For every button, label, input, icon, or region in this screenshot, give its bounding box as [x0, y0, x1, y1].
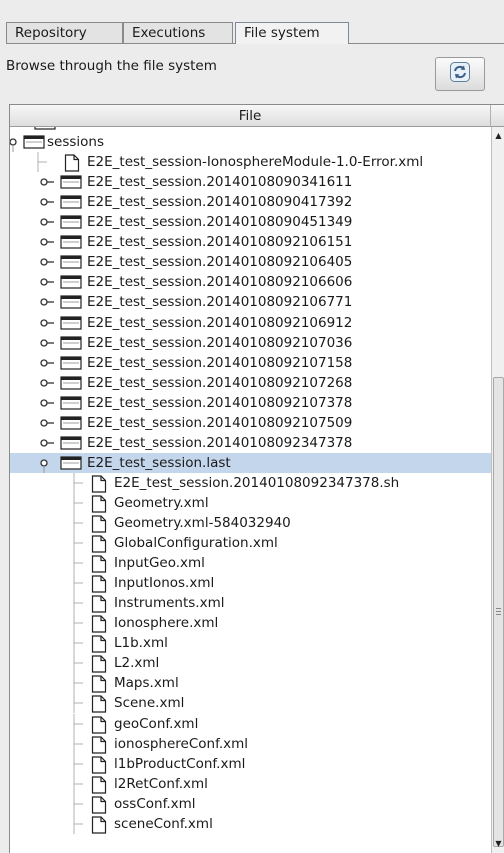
tree-item-label: ionosphereConf.xml — [114, 735, 249, 752]
tree-item-label: Geometry.xml-584032940 — [114, 514, 291, 531]
tree-item-label: E2E_test_session.20140108092347378 — [87, 434, 353, 451]
column-header-file[interactable]: File — [10, 105, 491, 127]
tree-item-label: E2E_test_session.20140108092106151 — [87, 234, 353, 251]
tree-item-label: L2.xml — [114, 655, 160, 672]
tree-item-session-folder[interactable]: E2E_test_session.20140108090341611 — [10, 172, 491, 192]
tree-item-session-folder[interactable]: E2E_test_session.20140108090451349 — [10, 212, 491, 232]
tree-item-file[interactable]: Instruments.xml — [10, 593, 491, 614]
scrollbar-thumb[interactable] — [493, 377, 504, 847]
tree-item-label: geoConf.xml — [114, 715, 199, 732]
file-tree-panel: File sessions E2E_test_session-Ionosphere… — [9, 104, 504, 853]
tree-item-label: E2E_test_session.20140108092107036 — [87, 334, 353, 351]
tree-item-label: E2E_test_session.20140108092106606 — [87, 274, 353, 291]
tree-item-label: L1b.xml — [114, 635, 168, 652]
tree-branch-line — [70, 813, 84, 840]
tree-item-label: E2E_test_session-IonosphereModule-1.0-Er… — [87, 154, 424, 171]
tree-item-file[interactable]: E2E_test_session-IonosphereModule-1.0-Er… — [10, 152, 491, 173]
refresh-button[interactable] — [435, 57, 485, 91]
tree-item-file[interactable]: E2E_test_session.20140108092347378.sh — [10, 472, 491, 493]
tree-item-label: Instruments.xml — [114, 595, 225, 612]
tree-item-file[interactable]: ionosphereConf.xml — [10, 733, 491, 754]
tab-file-system[interactable]: File system — [235, 22, 349, 44]
tree-item-session-folder[interactable]: E2E_test_session.20140108092106771 — [10, 292, 491, 312]
tree-item-label: Geometry.xml — [114, 494, 209, 511]
tree-item-label: InputIonos.xml — [114, 575, 215, 592]
tree-item-label: E2E_test_session.20140108092107378 — [87, 394, 353, 411]
tree-item-session-folder[interactable]: E2E_test_session.20140108092106912 — [10, 313, 491, 333]
tree-item-file[interactable]: Ionosphere.xml — [10, 613, 491, 634]
tab-executions[interactable]: Executions — [123, 22, 233, 43]
tree-item-session-folder[interactable]: E2E_test_session.20140108092107268 — [10, 373, 491, 393]
tree-item-label: E2E_test_session.last — [87, 454, 231, 471]
tree-item-label: sceneConf.xml — [114, 815, 213, 832]
tree-item-file[interactable]: L2.xml — [10, 653, 491, 674]
tree-item-label: E2E_test_session.20140108092107509 — [87, 414, 353, 431]
tree-item-file[interactable]: Maps.xml — [10, 673, 491, 694]
tree-item-label: E2E_test_session.20140108092106771 — [87, 294, 353, 311]
tab-repository[interactable]: Repository — [6, 22, 123, 43]
refresh-icon — [450, 62, 470, 86]
tree-item-file[interactable]: l2RetConf.xml — [10, 773, 491, 794]
tree-item-label: E2E_test_session.20140108090451349 — [87, 214, 353, 231]
tree-item-label: l1bProductConf.xml — [114, 755, 246, 772]
tree-item-file[interactable]: L1b.xml — [10, 633, 491, 654]
tree-item-file[interactable]: ossConf.xml — [10, 793, 491, 814]
column-header-corner — [491, 105, 504, 127]
tree-item-session-folder[interactable]: E2E_test_session.20140108092107036 — [10, 333, 491, 353]
tree-item-file[interactable]: Geometry.xml-584032940 — [10, 512, 491, 533]
tab-bar: Repository Executions File system — [0, 0, 504, 44]
tree-item-file[interactable]: GlobalConfiguration.xml — [10, 533, 491, 553]
tree-item-label: Scene.xml — [114, 695, 185, 712]
file-tree[interactable]: sessions E2E_test_session-IonosphereModul… — [10, 127, 491, 853]
tree-item-session-folder[interactable]: E2E_test_session.20140108092107509 — [10, 413, 491, 433]
tree-item-label: E2E_test_session.20140108092107158 — [87, 354, 353, 371]
tab-label: Repository — [15, 25, 87, 41]
tree-item-session-folder[interactable]: E2E_test_session.20140108092107158 — [10, 353, 491, 373]
tree-item-label: E2E_test_session.20140108092347378.sh — [114, 474, 400, 491]
tree-item-label: Maps.xml — [114, 675, 179, 692]
tree-item-session-folder[interactable]: E2E_test_session.20140108090417392 — [10, 192, 491, 212]
description-label: Browse through the file system — [6, 58, 217, 74]
tree-item-label: E2E_test_session.20140108092106405 — [87, 254, 353, 271]
tree-item-session-last[interactable]: E2E_test_session.last — [10, 452, 491, 473]
tree-item-file[interactable]: InputIonos.xml — [10, 573, 491, 594]
scroll-down-arrow-icon[interactable]: ▼ — [492, 836, 504, 850]
tab-label: File system — [244, 25, 320, 41]
tree-item-file[interactable]: l1bProductConf.xml — [10, 753, 491, 774]
tree-item-session-folder[interactable]: E2E_test_session.20140108092347378 — [10, 433, 491, 453]
tree-item-session-folder[interactable]: E2E_test_session.20140108092106151 — [10, 232, 491, 252]
tree-item-file[interactable]: geoConf.xml — [10, 713, 491, 734]
tree-item-label: E2E_test_session.20140108090417392 — [87, 194, 353, 211]
tree-item-label: Ionosphere.xml — [114, 615, 219, 632]
tree-item-label: E2E_test_session.20140108092106912 — [87, 314, 353, 331]
tree-item-sessions[interactable]: sessions — [10, 132, 491, 152]
vertical-scrollbar[interactable]: ▲ ▼ — [491, 127, 504, 853]
file-icon — [91, 816, 107, 840]
tree-item-label: InputGeo.xml — [114, 555, 205, 572]
tree-item-label: E2E_test_session.20140108090341611 — [87, 174, 353, 191]
scroll-up-arrow-icon[interactable]: ▲ — [492, 128, 504, 142]
tree-item-file[interactable]: sceneConf.xml — [10, 813, 491, 834]
tree-item-label: ossConf.xml — [114, 795, 196, 812]
tree-item-file[interactable]: Scene.xml — [10, 693, 491, 714]
tree-item-label: l2RetConf.xml — [114, 775, 208, 792]
tree-item-session-folder[interactable]: E2E_test_session.20140108092107378 — [10, 393, 491, 413]
tree-item-file[interactable]: Geometry.xml — [10, 492, 491, 513]
tree-item-label: sessions — [47, 134, 105, 150]
tree-item-label: GlobalConfiguration.xml — [114, 535, 278, 551]
tree-item-session-folder[interactable]: E2E_test_session.20140108092106606 — [10, 272, 491, 292]
tree-item-session-folder[interactable]: E2E_test_session.20140108092106405 — [10, 252, 491, 272]
tree-item-label: E2E_test_session.20140108092107268 — [87, 374, 353, 391]
tree-item-file[interactable]: InputGeo.xml — [10, 553, 491, 574]
tab-label: Executions — [132, 25, 206, 41]
